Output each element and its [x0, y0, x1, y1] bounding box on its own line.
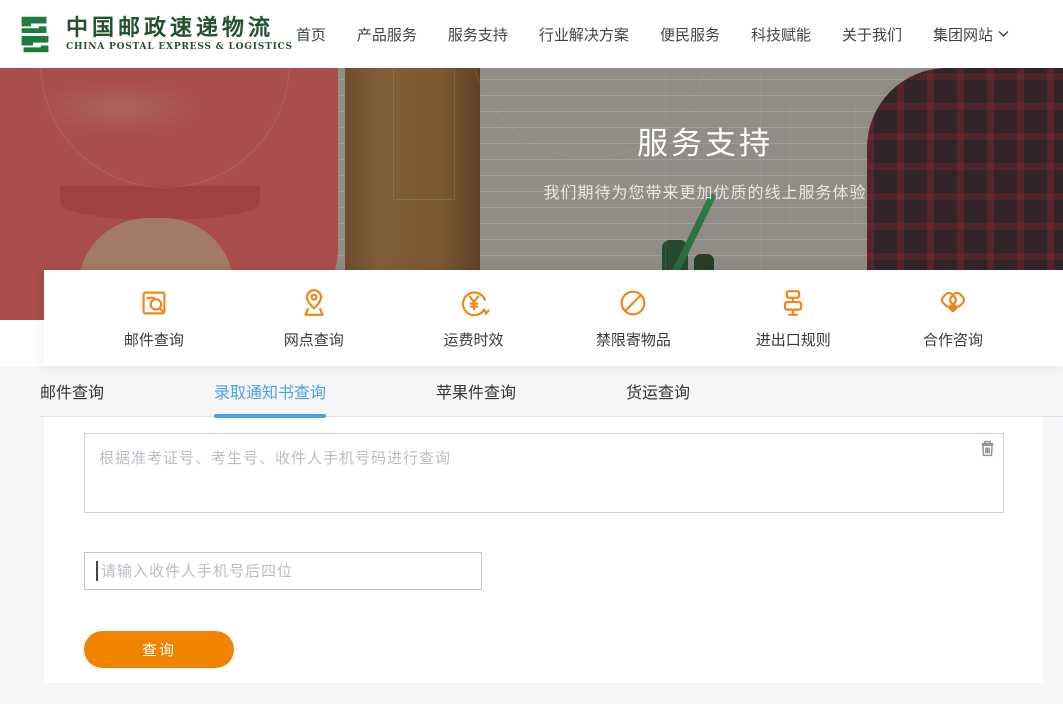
nav-item-service-support[interactable]: 服务支持: [448, 24, 508, 45]
nav-item-about-us[interactable]: 关于我们: [842, 24, 902, 45]
nav-item-products[interactable]: 产品服务: [357, 24, 417, 45]
query-submit-button[interactable]: 查询: [84, 631, 234, 668]
service-item-import-export-rules[interactable]: 进出口规则: [745, 286, 841, 350]
page-title: 服务支持: [405, 118, 1005, 163]
query-tabs: 邮件查询 录取通知书查询 苹果件查询 货运查询: [40, 379, 1063, 417]
tab-admission-letter-query[interactable]: 录取通知书查询: [214, 379, 326, 416]
tab-apple-query[interactable]: 苹果件查询: [436, 379, 516, 416]
location-pin-icon: [297, 286, 331, 320]
service-item-prohibited-items[interactable]: 禁限寄物品: [585, 286, 681, 350]
service-item-mail-tracking[interactable]: 邮件查询: [106, 286, 202, 350]
chevron-down-icon: [998, 30, 1009, 38]
query-section: 邮件查询 录取通知书查询 苹果件查询 货运查询 查询: [0, 366, 1063, 704]
phone-last4-input[interactable]: [84, 552, 482, 590]
service-label: 运费时效: [444, 329, 504, 350]
service-label: 禁限寄物品: [596, 329, 671, 350]
service-item-outlet-search[interactable]: 网点查询: [266, 286, 362, 350]
logo-title: 中国邮政速递物流: [66, 16, 293, 40]
yuan-circle-icon: [457, 286, 491, 320]
prohibited-icon: [616, 286, 650, 320]
china-post-emblem-icon: [12, 11, 58, 57]
service-shortcut-card: 邮件查询 网点查询 运费时效 禁限寄物品: [44, 270, 1063, 366]
hero-text: 服务支持 我们期待为您带来更加优质的线上服务体验: [405, 118, 1005, 203]
query-form-panel: 查询: [44, 417, 1043, 683]
mail-search-icon: [137, 286, 171, 320]
service-item-freight-time[interactable]: 运费时效: [426, 286, 522, 350]
service-label: 邮件查询: [124, 329, 184, 350]
service-label: 进出口规则: [756, 329, 831, 350]
import-export-flow-icon: [776, 286, 810, 320]
admission-query-textarea[interactable]: [84, 433, 1004, 513]
page-subtitle: 我们期待为您带来更加优质的线上服务体验: [405, 179, 1005, 203]
clear-button[interactable]: [977, 439, 997, 459]
tab-freight-query[interactable]: 货运查询: [626, 379, 690, 416]
handshake-icon: [936, 286, 970, 320]
nav-item-group-website[interactable]: 集团网站: [933, 24, 1009, 45]
nav-item-technology[interactable]: 科技赋能: [751, 24, 811, 45]
nav-item-convenience-services[interactable]: 便民服务: [660, 24, 720, 45]
top-header: 中国邮政速递物流 CHINA POSTAL EXPRESS & LOGISTIC…: [0, 0, 1063, 68]
text-caret: [96, 561, 98, 581]
nav-item-home[interactable]: 首页: [296, 24, 326, 45]
logo-text: 中国邮政速递物流 CHINA POSTAL EXPRESS & LOGISTIC…: [66, 16, 293, 52]
nav-item-industry-solutions[interactable]: 行业解决方案: [539, 24, 629, 45]
query-textarea-wrap: [84, 433, 1004, 513]
service-label: 网点查询: [284, 329, 344, 350]
service-item-cooperation[interactable]: 合作咨询: [905, 286, 1001, 350]
service-label: 合作咨询: [923, 329, 983, 350]
trash-icon: [978, 439, 997, 458]
tab-mail-query[interactable]: 邮件查询: [40, 379, 104, 416]
logo-subtitle: CHINA POSTAL EXPRESS & LOGISTICS: [66, 42, 293, 52]
main-nav: 首页 产品服务 服务支持 行业解决方案 便民服务 科技赋能 关于我们 集团网站: [296, 24, 1009, 45]
phone-input-wrap: [84, 552, 482, 590]
site-logo[interactable]: 中国邮政速递物流 CHINA POSTAL EXPRESS & LOGISTIC…: [12, 11, 293, 57]
